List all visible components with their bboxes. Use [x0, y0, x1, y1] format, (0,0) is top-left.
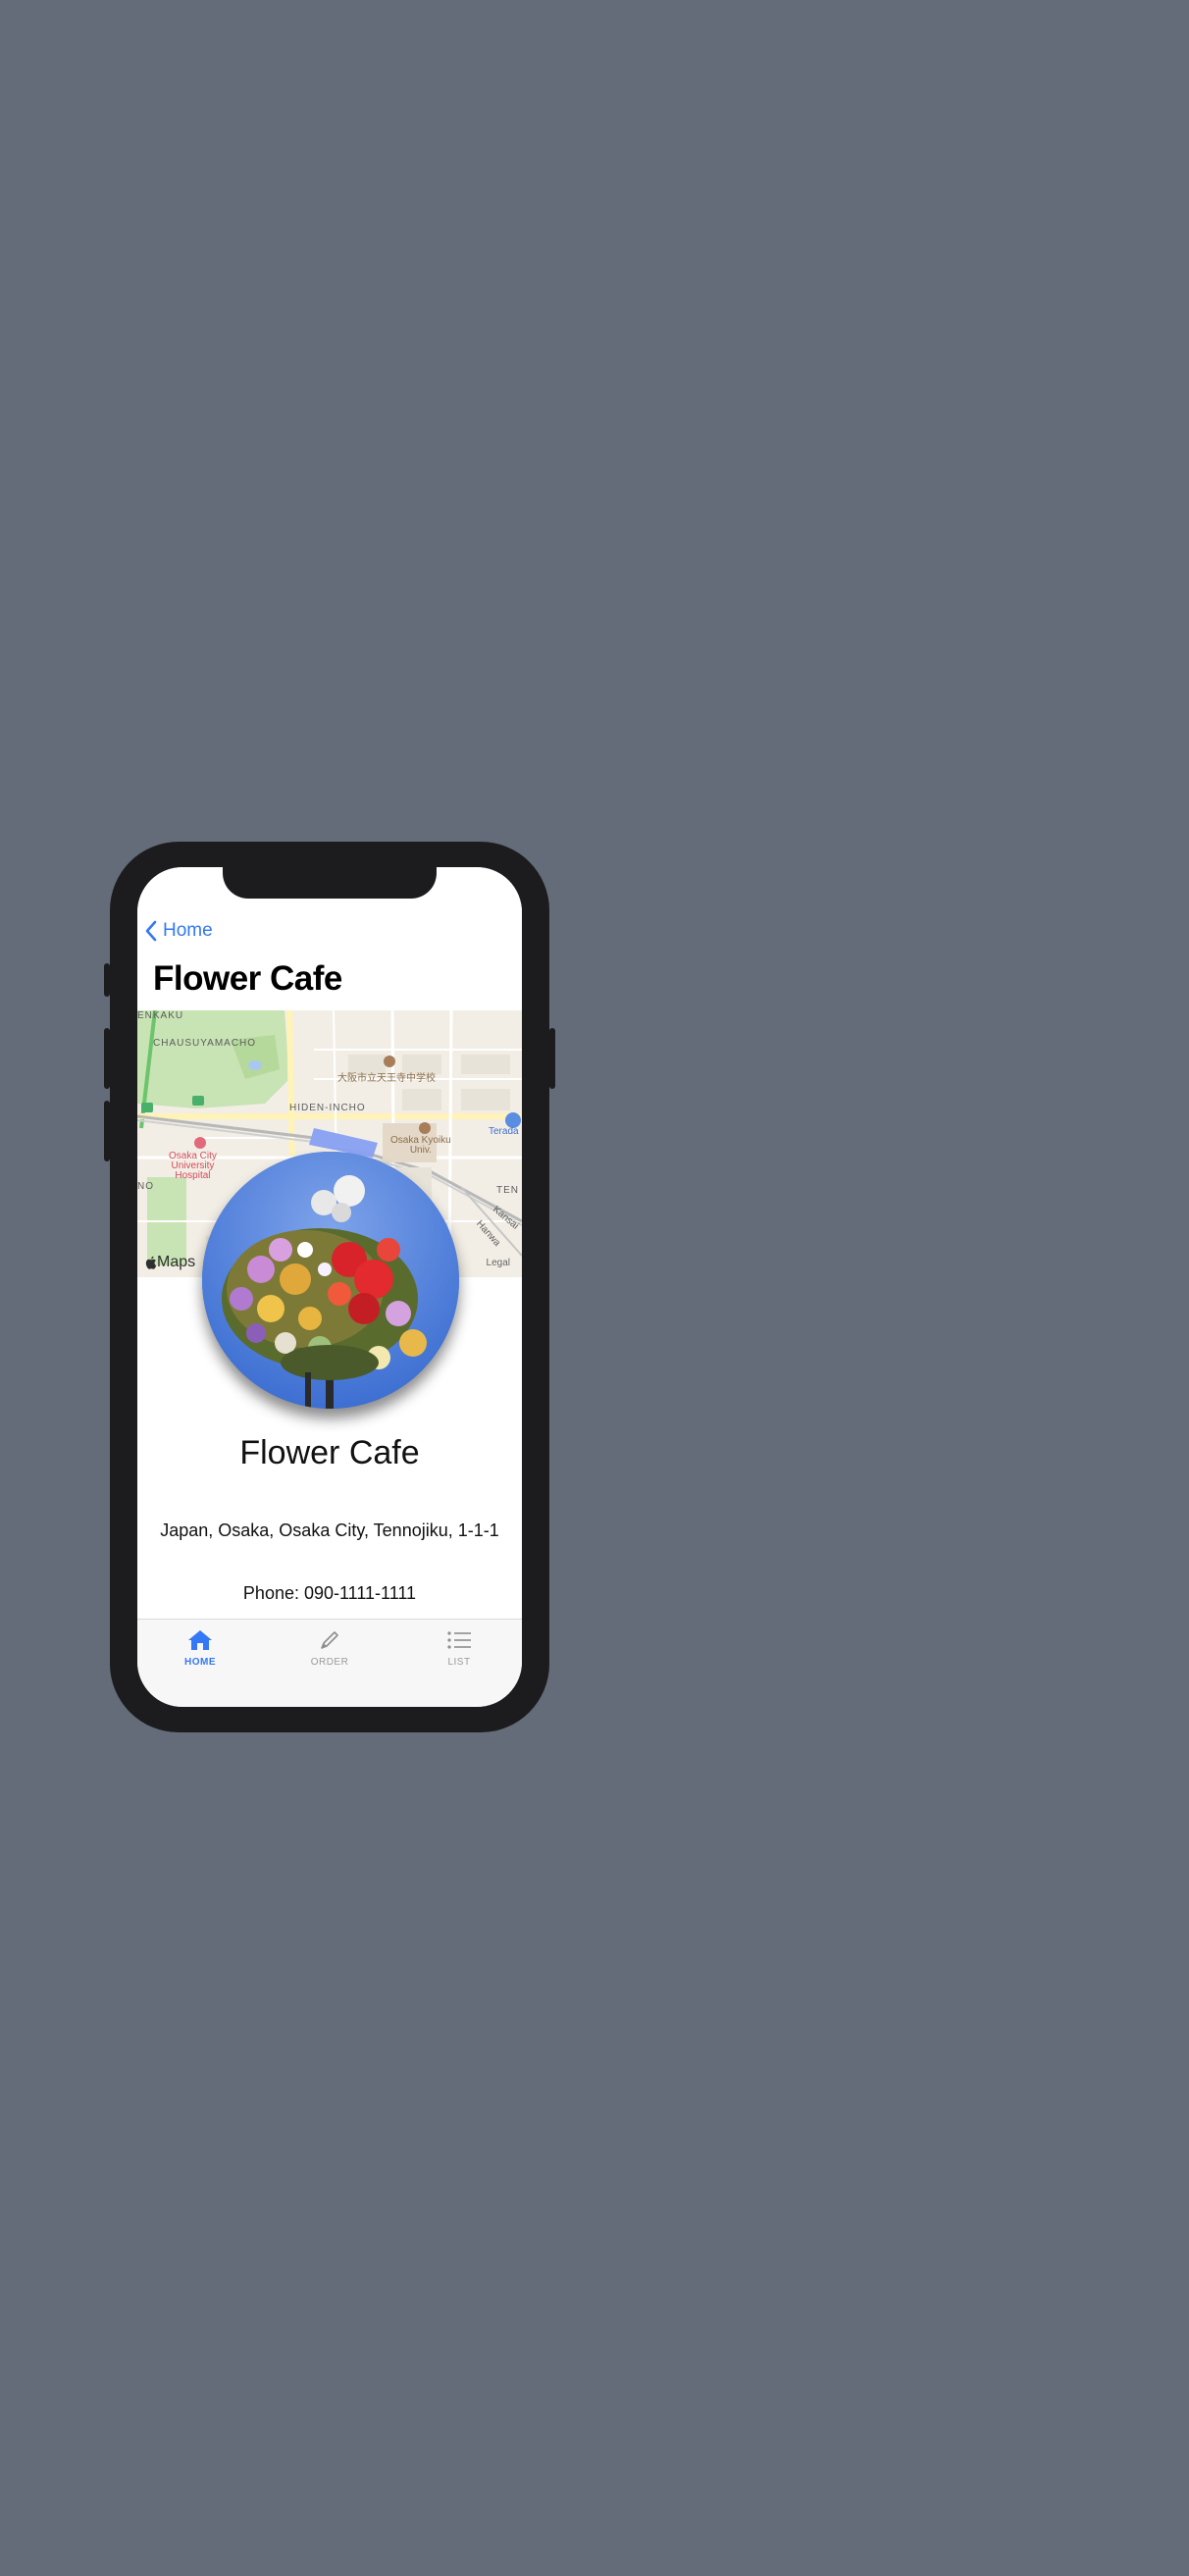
flower-basket-photo: [202, 1152, 459, 1409]
volume-up-button: [104, 1028, 110, 1089]
tab-order[interactable]: ORDER: [285, 1627, 374, 1668]
silent-switch: [104, 963, 110, 997]
maps-attribution[interactable]: Maps: [145, 1254, 195, 1271]
volume-down-button: [104, 1101, 110, 1161]
map-label: Osaka Kyoiku Univ.: [390, 1135, 451, 1156]
back-button[interactable]: Home: [145, 920, 213, 942]
tab-home-label: HOME: [184, 1657, 216, 1668]
map-label: TEN: [496, 1185, 519, 1196]
house-icon: [188, 1630, 212, 1650]
tab-bar: HOME ORDER LIST: [137, 1619, 522, 1707]
tab-list-label: LIST: [447, 1657, 471, 1668]
place-address: Japan, Osaka, Osaka City, Tennojiku, 1-1…: [160, 1520, 499, 1540]
map-label: 大阪市立天王寺中学校: [337, 1073, 436, 1084]
apple-logo-icon: [145, 1256, 157, 1269]
page-title: Flower Cafe: [153, 959, 342, 998]
maps-label: Maps: [157, 1254, 196, 1270]
map-label: HIDEN-INCHO: [289, 1103, 366, 1113]
detail-view: Home Flower Cafe ENKAKU CHAUSUYAMACHO 大阪…: [137, 867, 522, 1619]
chevron-left-icon: [145, 920, 157, 942]
pencil-icon: [321, 1631, 338, 1649]
tab-home[interactable]: HOME: [156, 1627, 244, 1668]
place-photo: [202, 1152, 459, 1409]
list-icon: [447, 1631, 471, 1649]
tab-list[interactable]: LIST: [415, 1627, 503, 1668]
screen: Home Flower Cafe ENKAKU CHAUSUYAMACHO 大阪…: [137, 867, 522, 1707]
map-label: Terada: [489, 1126, 519, 1137]
legal-link[interactable]: Legal: [487, 1258, 510, 1268]
place-name: Flower Cafe: [239, 1434, 420, 1471]
device-frame: Home Flower Cafe ENKAKU CHAUSUYAMACHO 大阪…: [104, 842, 555, 1732]
map-label: NO: [137, 1181, 154, 1192]
notch: [223, 867, 437, 899]
tab-order-label: ORDER: [310, 1657, 349, 1668]
map-label: CHAUSUYAMACHO: [153, 1038, 257, 1049]
power-button: [549, 1028, 555, 1089]
map-label: Osaka City University Hospital: [169, 1151, 217, 1181]
place-phone: Phone: 090-1111-1111: [242, 1583, 417, 1603]
map-label: ENKAKU: [137, 1010, 184, 1021]
back-button-label: Home: [163, 920, 213, 941]
